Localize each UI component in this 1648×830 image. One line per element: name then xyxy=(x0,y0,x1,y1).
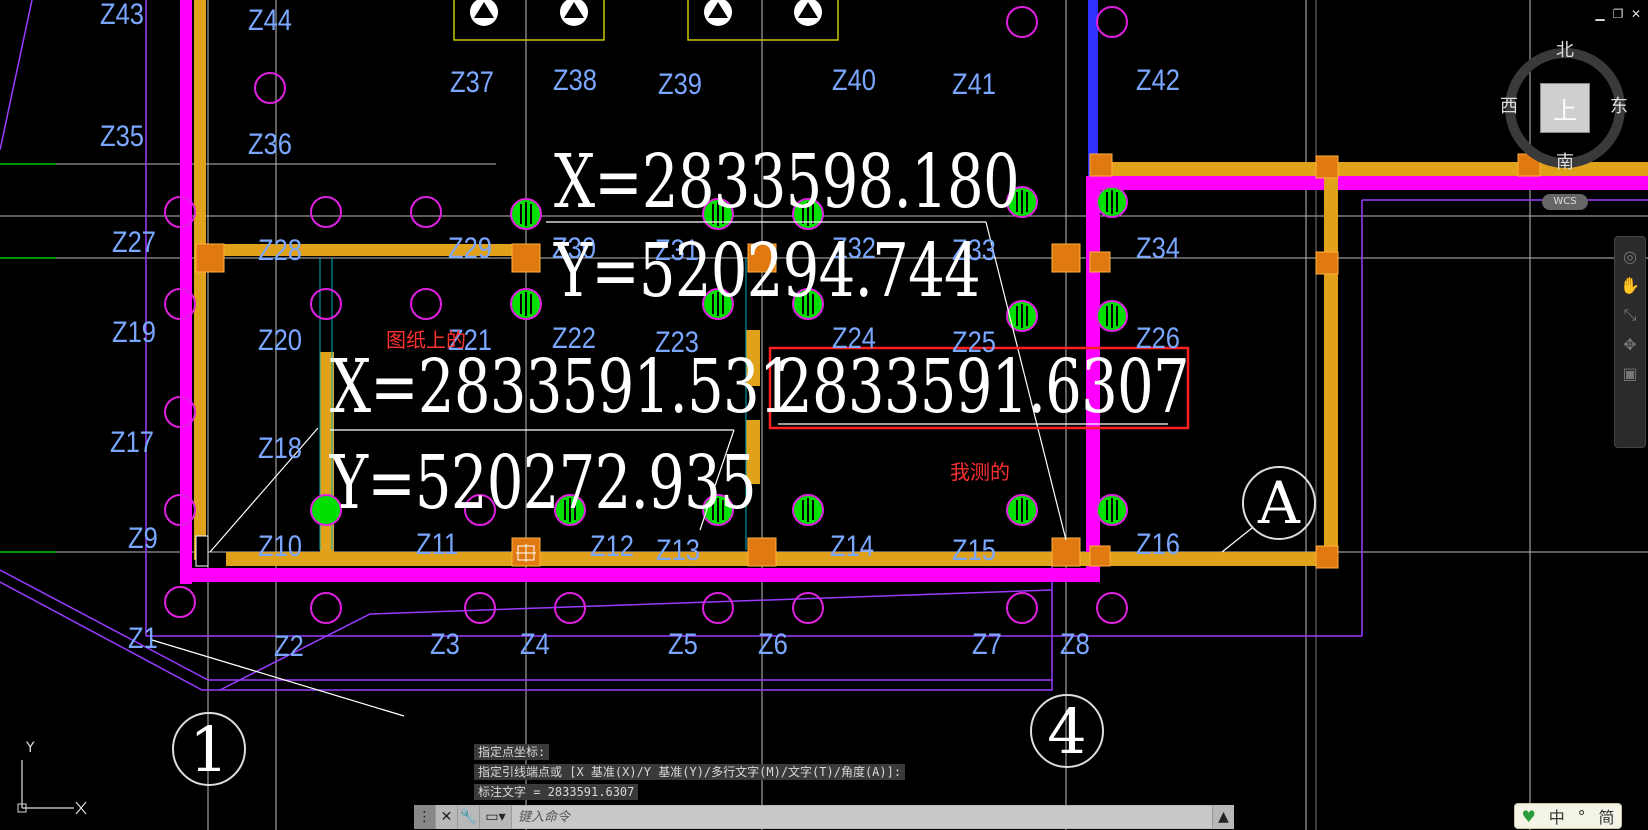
note-drawing: 图纸上的 xyxy=(386,328,466,352)
ime-toolbar[interactable]: ♥ 中 ° 简 xyxy=(1514,803,1622,829)
pile-label-z40: Z40 xyxy=(832,64,876,97)
pile-label-z13: Z13 xyxy=(656,534,700,567)
drawing-coord-x: X=2833598.180 xyxy=(554,139,1020,225)
pile-label-z20: Z20 xyxy=(258,324,302,357)
pile-label-z6: Z6 xyxy=(758,628,788,661)
command-history: 指定点坐标: 指定引线端点或 [X 基准(X)/Y 基准(Y)/多行文字(M)/… xyxy=(474,744,906,804)
compass-east[interactable]: 东 xyxy=(1610,98,1628,116)
pile-label-z19: Z19 xyxy=(112,316,156,349)
pile-label-z17: Z17 xyxy=(110,426,154,459)
command-history-line: 指定引线端点或 [X 基准(X)/Y 基准(Y)/多行文字(M)/文字(T)/角… xyxy=(474,764,906,780)
close-icon[interactable]: ✕ xyxy=(436,805,458,829)
pile-label-z39: Z39 xyxy=(658,68,702,101)
viewcube[interactable]: 上 北 南 东 西 WCS xyxy=(1500,38,1640,210)
steering-wheel-icon[interactable]: ◎ xyxy=(1623,247,1637,266)
pile-label-z14: Z14 xyxy=(830,530,874,563)
pile-label-z42: Z42 xyxy=(1136,64,1180,97)
pile-label-z35: Z35 xyxy=(100,120,144,153)
grid-bubble-4: 4 xyxy=(1030,694,1104,768)
ucs-icon: Y xyxy=(14,740,94,820)
cad-canvas[interactable]: Z43 Z44 Z37 Z38 Z39 Z40 Z41 Z42 Z35 Z36 Z27 Z28 Z29 Z… xyxy=(0,0,1648,830)
minimize-icon[interactable]: ▁ xyxy=(1594,8,1606,20)
grid-bubble-1: 1 xyxy=(172,712,246,786)
pile-label-z18: Z18 xyxy=(258,432,302,465)
restore-icon[interactable]: ❐ xyxy=(1612,8,1624,20)
pile-label-z2: Z2 xyxy=(274,630,304,663)
zoom-extents-icon[interactable]: ⤡ xyxy=(1624,305,1637,325)
viewcube-top-face[interactable]: 上 xyxy=(1540,83,1590,133)
pile-label-z36: Z36 xyxy=(248,128,292,161)
compass-west[interactable]: 西 xyxy=(1500,98,1518,116)
pile-label-z44: Z44 xyxy=(248,4,292,37)
pile-label-z43: Z43 xyxy=(100,0,144,31)
note-measured: 我测的 xyxy=(950,460,1010,484)
pile-label-z8: Z8 xyxy=(1060,628,1090,661)
navigation-bar: ◎ ✋ ⤡ ✥ ▣ xyxy=(1614,236,1646,448)
command-history-line: 标注文字 = 2833591.6307 xyxy=(474,784,639,800)
history-expand-icon[interactable]: ▲ xyxy=(1212,805,1234,829)
pile-label-z4: Z4 xyxy=(520,628,550,661)
ime-logo-icon: ♥ xyxy=(1521,806,1536,826)
compass-south[interactable]: 南 xyxy=(1556,154,1574,172)
showmotion-icon[interactable]: ▣ xyxy=(1622,364,1637,383)
grid-bubble-a: A xyxy=(1242,466,1316,540)
customize-wrench-icon[interactable]: 🔧 xyxy=(458,805,480,829)
pile-label-z38: Z38 xyxy=(553,64,597,97)
pile-label-z5: Z5 xyxy=(668,628,698,661)
drawing-coord-y: Y=520294.744 xyxy=(554,228,981,314)
grip-handle[interactable]: ⋮ xyxy=(414,805,436,829)
pile-label-z37: Z37 xyxy=(450,66,494,99)
ime-punct[interactable]: ° xyxy=(1578,807,1586,826)
command-input[interactable] xyxy=(512,806,1212,828)
recent-commands-icon[interactable]: ▭▾ xyxy=(480,805,512,829)
orbit-icon[interactable]: ✥ xyxy=(1623,335,1636,354)
pile-coord-y: Y=520272.935 xyxy=(330,440,757,526)
pile-label-z41: Z41 xyxy=(952,68,996,101)
ime-width[interactable]: 简 xyxy=(1599,804,1615,828)
command-history-line: 指定点坐标: xyxy=(474,744,550,760)
measured-coord: 2833591.6307 xyxy=(776,344,1190,430)
pile-label-z15: Z15 xyxy=(952,534,996,567)
pile-label-z10: Z10 xyxy=(258,530,302,563)
compass-north[interactable]: 北 xyxy=(1556,42,1574,60)
pan-icon[interactable]: ✋ xyxy=(1620,276,1640,295)
pile-coord-x: X=2833591.531 xyxy=(330,344,796,430)
pile-label-z34: Z34 xyxy=(1136,232,1180,265)
close-icon[interactable]: ✕ xyxy=(1630,8,1642,20)
ucs-y-label: Y xyxy=(26,740,35,756)
command-line: ⋮ ✕ 🔧 ▭▾ ▲ xyxy=(414,805,1234,829)
pile-label-z29: Z29 xyxy=(448,232,492,265)
window-controls: ▁ ❐ ✕ xyxy=(1594,8,1642,20)
ime-mode[interactable]: 中 xyxy=(1549,804,1565,828)
pile-label-z27: Z27 xyxy=(112,226,156,259)
pile-label-z28: Z28 xyxy=(258,234,302,267)
pile-label-z11: Z11 xyxy=(416,528,459,561)
pile-label-z12: Z12 xyxy=(590,530,634,563)
pile-label-z3: Z3 xyxy=(430,628,460,661)
pile-label-z1: Z1 xyxy=(128,622,158,655)
pile-label-z7: Z7 xyxy=(972,628,1002,661)
pile-label-z16: Z16 xyxy=(1136,528,1180,561)
wcs-menu-button[interactable]: WCS xyxy=(1542,194,1588,210)
pile-label-z9: Z9 xyxy=(128,522,158,555)
